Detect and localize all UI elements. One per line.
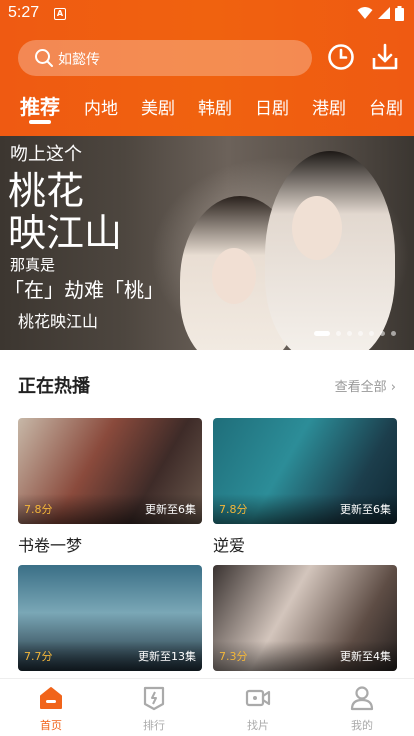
banner-dot[interactable] xyxy=(347,331,352,336)
wifi-icon xyxy=(357,7,373,19)
drama-update-status: 更新至6集 xyxy=(145,503,196,516)
home-icon xyxy=(40,687,62,709)
nav-ranking[interactable]: 排行 xyxy=(124,685,184,733)
banner-dot[interactable] xyxy=(358,331,363,336)
video-camera-icon xyxy=(245,689,271,707)
banner-dot[interactable] xyxy=(336,331,341,336)
status-bar: 5:27 A xyxy=(0,0,414,28)
search-icon xyxy=(35,49,53,67)
banner-dot[interactable] xyxy=(391,331,396,336)
drama-card[interactable]: 7.8分 更新至6集 逆爱 xyxy=(213,418,397,556)
nav-profile[interactable]: 我的 xyxy=(332,685,392,733)
banner-dot[interactable] xyxy=(380,331,385,336)
hero-banner[interactable]: 吻上这个 桃花 映江山 那真是 「在」劫难「桃」 桃花映江山 xyxy=(0,136,414,350)
header: 5:27 A 如懿传 推荐 内地 美剧 韩剧 日剧 港剧 台剧 xyxy=(0,0,414,136)
search-placeholder: 如懿传 xyxy=(58,52,100,68)
banner-figure-face-left xyxy=(212,248,256,304)
drama-thumbnail: 7.8分 更新至6集 xyxy=(213,418,397,524)
profile-icon xyxy=(350,686,374,711)
tab-japanese-drama[interactable]: 日剧 xyxy=(255,94,289,119)
banner-pagination xyxy=(314,331,396,336)
battery-icon xyxy=(395,6,404,21)
drama-thumbnail: 7.7分 更新至13集 xyxy=(18,565,202,671)
drama-title: 逆爱 xyxy=(213,536,246,555)
tab-recommend[interactable]: 推荐 xyxy=(20,91,60,120)
poster-line-5: 「在」劫难「桃」 xyxy=(4,278,164,302)
drama-update-status: 更新至6集 xyxy=(340,503,391,516)
bottom-navigation: 首页 排行 找片 我的 xyxy=(0,678,414,736)
tab-active-indicator xyxy=(29,120,51,124)
banner-dot[interactable] xyxy=(369,331,374,336)
nav-find[interactable]: 找片 xyxy=(228,685,288,733)
status-time: 5:27 xyxy=(8,4,40,21)
nav-home[interactable]: 首页 xyxy=(21,685,81,733)
drama-score: 7.7分 xyxy=(24,650,53,663)
category-tabs: 推荐 内地 美剧 韩剧 日剧 港剧 台剧 xyxy=(0,88,414,128)
drama-title: 书卷一梦 xyxy=(18,536,83,555)
signal-icon xyxy=(378,7,390,19)
nav-ranking-label: 排行 xyxy=(143,719,165,732)
app-root: 5:27 A 如懿传 推荐 内地 美剧 韩剧 日剧 港剧 台剧 吻上这个 桃花 … xyxy=(0,0,414,736)
drama-thumbnail: 7.3分 更新至4集 xyxy=(213,565,397,671)
tab-mainland[interactable]: 内地 xyxy=(84,94,118,119)
nav-profile-label: 我的 xyxy=(351,719,373,732)
banner-title: 桃花映江山 xyxy=(18,312,99,331)
search-bar[interactable]: 如懿传 xyxy=(18,40,312,76)
nav-home-label: 首页 xyxy=(40,719,62,732)
tab-hk-drama[interactable]: 港剧 xyxy=(312,94,346,119)
drama-score: 7.8分 xyxy=(24,503,53,516)
drama-score: 7.8分 xyxy=(219,503,248,516)
poster-line-4: 那真是 xyxy=(10,256,56,274)
banner-dot[interactable] xyxy=(314,331,330,336)
drama-update-status: 更新至4集 xyxy=(340,650,391,663)
tab-taiwan-drama[interactable]: 台剧 xyxy=(369,94,403,119)
drama-score: 7.3分 xyxy=(219,650,248,663)
drama-update-status: 更新至13集 xyxy=(138,650,196,663)
history-clock-icon[interactable] xyxy=(326,42,356,72)
section-title: 正在热播 xyxy=(18,376,90,397)
tab-korean-drama[interactable]: 韩剧 xyxy=(198,94,232,119)
ranking-icon xyxy=(143,686,165,711)
download-icon[interactable] xyxy=(370,42,400,72)
nav-find-label: 找片 xyxy=(247,719,269,732)
drama-card[interactable]: 7.7分 更新至13集 xyxy=(18,565,202,671)
view-all-link[interactable]: 查看全部 › xyxy=(335,376,396,395)
drama-thumbnail: 7.8分 更新至6集 xyxy=(18,418,202,524)
system-icons xyxy=(357,6,404,21)
drama-card[interactable]: 7.3分 更新至4集 xyxy=(213,565,397,671)
banner-figure-face-right xyxy=(292,196,342,260)
now-playing-header: 正在热播 查看全部 › xyxy=(0,364,414,404)
notification-app-icon: A xyxy=(54,8,66,20)
drama-card[interactable]: 7.8分 更新至6集 书卷一梦 xyxy=(18,418,202,556)
tab-us-drama[interactable]: 美剧 xyxy=(141,94,175,119)
poster-line-3: 映江山 xyxy=(8,211,123,255)
